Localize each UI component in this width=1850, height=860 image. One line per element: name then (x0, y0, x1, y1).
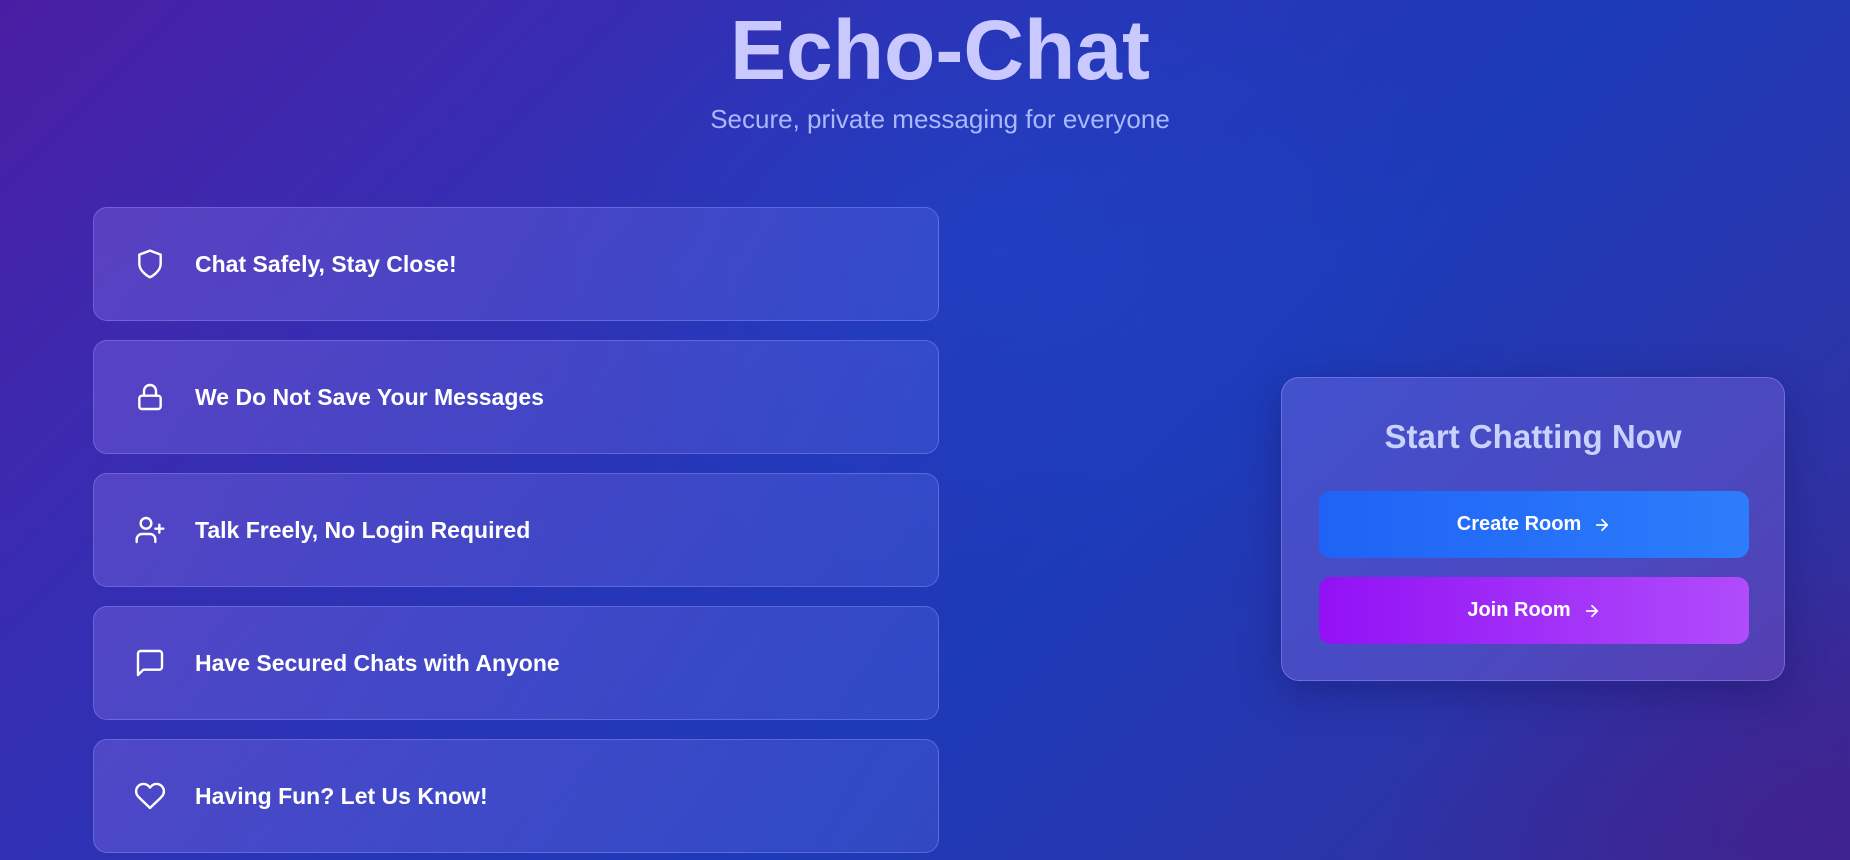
feature-card-no-save: We Do Not Save Your Messages (93, 340, 939, 454)
feature-label: Talk Freely, No Login Required (195, 516, 531, 543)
card-title: Start Chatting Now (1384, 418, 1682, 455)
shield-icon (134, 248, 166, 280)
start-chatting-card: Start Chatting Now Create Room Join Room (1281, 377, 1785, 681)
app-subtitle: Secure, private messaging for everyone (710, 104, 1170, 134)
arrow-right-icon (1585, 604, 1598, 617)
arrow-right-icon (1596, 518, 1609, 531)
feature-card-feedback: Having Fun? Let Us Know! (93, 739, 939, 853)
user-plus-icon (134, 514, 166, 546)
join-room-button[interactable]: Join Room (1319, 577, 1749, 644)
create-room-label: Create Room (1456, 513, 1582, 535)
feature-card-no-login: Talk Freely, No Login Required (93, 473, 939, 587)
lock-icon (134, 381, 166, 413)
app-title: Echo-Chat (730, 3, 1150, 97)
message-square-icon (134, 647, 166, 679)
feature-card-chat-safely: Chat Safely, Stay Close! (93, 207, 939, 321)
feature-card-secured-chats: Have Secured Chats with Anyone (93, 606, 939, 720)
feature-label: Chat Safely, Stay Close! (195, 250, 457, 277)
feature-label: Having Fun? Let Us Know! (195, 782, 488, 809)
join-room-label: Join Room (1467, 599, 1571, 621)
heart-icon (134, 780, 166, 812)
feature-list: Chat Safely, Stay Close! We Do Not Save … (93, 207, 939, 860)
feature-label: We Do Not Save Your Messages (195, 383, 544, 410)
create-room-button[interactable]: Create Room (1319, 491, 1749, 558)
feature-label: Have Secured Chats with Anyone (195, 649, 560, 676)
